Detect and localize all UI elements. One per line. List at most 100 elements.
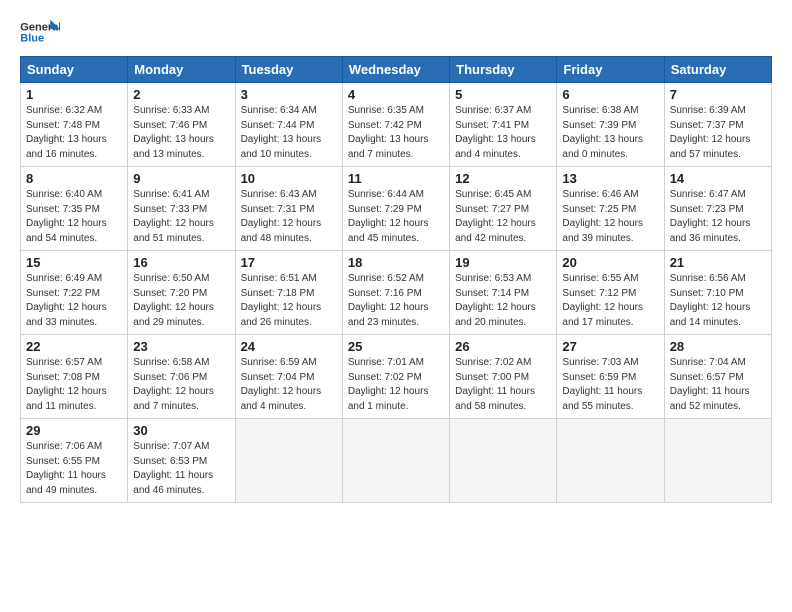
- calendar-cell: 15 Sunrise: 6:49 AM Sunset: 7:22 PM Dayli…: [21, 251, 128, 335]
- calendar-cell: 16 Sunrise: 6:50 AM Sunset: 7:20 PM Dayli…: [128, 251, 235, 335]
- weekday-header-wednesday: Wednesday: [342, 57, 449, 83]
- day-number: 19: [455, 255, 551, 270]
- day-number: 22: [26, 339, 122, 354]
- calendar-cell: 2 Sunrise: 6:33 AM Sunset: 7:46 PM Daylig…: [128, 83, 235, 167]
- weekday-header-thursday: Thursday: [450, 57, 557, 83]
- calendar-cell: 19Sunrise: 6:53 AM Sunset: 7:14 PM Dayli…: [450, 251, 557, 335]
- day-info: Sunrise: 6:33 AM Sunset: 7:46 PM Dayligh…: [133, 104, 229, 162]
- day-info: Sunrise: 6:39 AM Sunset: 7:37 PM Dayligh…: [670, 104, 766, 162]
- day-info: Sunrise: 6:59 AM Sunset: 7:04 PM Dayligh…: [241, 356, 337, 414]
- calendar-cell: 21Sunrise: 6:56 AM Sunset: 7:10 PM Dayli…: [664, 251, 771, 335]
- day-info: Sunrise: 6:40 AM Sunset: 7:35 PM Dayligh…: [26, 188, 122, 246]
- calendar-week-row: 8Sunrise: 6:40 AM Sunset: 7:35 PM Daylig…: [21, 167, 772, 251]
- calendar-week-row: 22 Sunrise: 6:57 AM Sunset: 7:08 PM Dayli…: [21, 335, 772, 419]
- day-number: 9: [133, 171, 229, 186]
- calendar-cell: 1 Sunrise: 6:32 AM Sunset: 7:48 PM Daylig…: [21, 83, 128, 167]
- calendar-week-row: 1 Sunrise: 6:32 AM Sunset: 7:48 PM Daylig…: [21, 83, 772, 167]
- weekday-header-tuesday: Tuesday: [235, 57, 342, 83]
- calendar-cell: 11 Sunrise: 6:44 AM Sunset: 7:29 PM Dayli…: [342, 167, 449, 251]
- day-number: 18: [348, 255, 444, 270]
- calendar-cell: 17 Sunrise: 6:51 AM Sunset: 7:18 PM Dayli…: [235, 251, 342, 335]
- day-info: Sunrise: 6:58 AM Sunset: 7:06 PM Dayligh…: [133, 356, 229, 414]
- calendar-cell: 12 Sunrise: 6:45 AM Sunset: 7:27 PM Dayli…: [450, 167, 557, 251]
- calendar-cell: 24 Sunrise: 6:59 AM Sunset: 7:04 PM Dayli…: [235, 335, 342, 419]
- day-info: Sunrise: 7:02 AM Sunset: 7:00 PM Dayligh…: [455, 356, 551, 414]
- day-info: Sunrise: 7:06 AM Sunset: 6:55 PM Dayligh…: [26, 440, 122, 498]
- day-number: 3: [241, 87, 337, 102]
- day-info: Sunrise: 6:51 AM Sunset: 7:18 PM Dayligh…: [241, 272, 337, 330]
- calendar-cell: 23 Sunrise: 6:58 AM Sunset: 7:06 PM Dayli…: [128, 335, 235, 419]
- day-info: Sunrise: 6:37 AM Sunset: 7:41 PM Dayligh…: [455, 104, 551, 162]
- calendar-cell: 13 Sunrise: 6:46 AM Sunset: 7:25 PM Dayli…: [557, 167, 664, 251]
- calendar-cell: 20 Sunrise: 6:55 AM Sunset: 7:12 PM Dayli…: [557, 251, 664, 335]
- calendar-week-row: 29 Sunrise: 7:06 AM Sunset: 6:55 PM Dayli…: [21, 419, 772, 503]
- calendar-cell: 18 Sunrise: 6:52 AM Sunset: 7:16 PM Dayli…: [342, 251, 449, 335]
- calendar-cell: 27 Sunrise: 7:03 AM Sunset: 6:59 PM Dayli…: [557, 335, 664, 419]
- calendar-cell: 22 Sunrise: 6:57 AM Sunset: 7:08 PM Dayli…: [21, 335, 128, 419]
- calendar-cell: [450, 419, 557, 503]
- day-info: Sunrise: 6:44 AM Sunset: 7:29 PM Dayligh…: [348, 188, 444, 246]
- day-info: Sunrise: 6:52 AM Sunset: 7:16 PM Dayligh…: [348, 272, 444, 330]
- weekday-header-sunday: Sunday: [21, 57, 128, 83]
- day-info: Sunrise: 6:57 AM Sunset: 7:08 PM Dayligh…: [26, 356, 122, 414]
- day-info: Sunrise: 6:41 AM Sunset: 7:33 PM Dayligh…: [133, 188, 229, 246]
- calendar-cell: 8Sunrise: 6:40 AM Sunset: 7:35 PM Daylig…: [21, 167, 128, 251]
- day-number: 15: [26, 255, 122, 270]
- day-number: 23: [133, 339, 229, 354]
- calendar-week-row: 15 Sunrise: 6:49 AM Sunset: 7:22 PM Dayli…: [21, 251, 772, 335]
- day-info: Sunrise: 6:45 AM Sunset: 7:27 PM Dayligh…: [455, 188, 551, 246]
- calendar-cell: 29 Sunrise: 7:06 AM Sunset: 6:55 PM Dayli…: [21, 419, 128, 503]
- day-number: 24: [241, 339, 337, 354]
- calendar-cell: 14 Sunrise: 6:47 AM Sunset: 7:23 PM Dayli…: [664, 167, 771, 251]
- day-info: Sunrise: 7:03 AM Sunset: 6:59 PM Dayligh…: [562, 356, 658, 414]
- day-info: Sunrise: 6:50 AM Sunset: 7:20 PM Dayligh…: [133, 272, 229, 330]
- day-info: Sunrise: 6:46 AM Sunset: 7:25 PM Dayligh…: [562, 188, 658, 246]
- svg-text:Blue: Blue: [20, 33, 44, 45]
- weekday-header-saturday: Saturday: [664, 57, 771, 83]
- calendar-cell: 26 Sunrise: 7:02 AM Sunset: 7:00 PM Dayli…: [450, 335, 557, 419]
- day-number: 29: [26, 423, 122, 438]
- header: General Blue: [20, 18, 772, 48]
- day-number: 17: [241, 255, 337, 270]
- day-info: Sunrise: 6:35 AM Sunset: 7:42 PM Dayligh…: [348, 104, 444, 162]
- day-info: Sunrise: 6:34 AM Sunset: 7:44 PM Dayligh…: [241, 104, 337, 162]
- day-info: Sunrise: 6:49 AM Sunset: 7:22 PM Dayligh…: [26, 272, 122, 330]
- calendar-cell: 9 Sunrise: 6:41 AM Sunset: 7:33 PM Daylig…: [128, 167, 235, 251]
- weekday-header-monday: Monday: [128, 57, 235, 83]
- day-number: 12: [455, 171, 551, 186]
- calendar-cell: [235, 419, 342, 503]
- day-number: 20: [562, 255, 658, 270]
- calendar-cell: [664, 419, 771, 503]
- weekday-header-friday: Friday: [557, 57, 664, 83]
- calendar-cell: 4 Sunrise: 6:35 AM Sunset: 7:42 PM Daylig…: [342, 83, 449, 167]
- day-info: Sunrise: 7:01 AM Sunset: 7:02 PM Dayligh…: [348, 356, 444, 414]
- day-info: Sunrise: 6:55 AM Sunset: 7:12 PM Dayligh…: [562, 272, 658, 330]
- day-info: Sunrise: 6:47 AM Sunset: 7:23 PM Dayligh…: [670, 188, 766, 246]
- day-number: 28: [670, 339, 766, 354]
- day-number: 30: [133, 423, 229, 438]
- day-number: 13: [562, 171, 658, 186]
- day-number: 7: [670, 87, 766, 102]
- day-number: 2: [133, 87, 229, 102]
- calendar-cell: 10Sunrise: 6:43 AM Sunset: 7:31 PM Dayli…: [235, 167, 342, 251]
- day-number: 27: [562, 339, 658, 354]
- day-info: Sunrise: 7:07 AM Sunset: 6:53 PM Dayligh…: [133, 440, 229, 498]
- day-number: 11: [348, 171, 444, 186]
- logo: General Blue: [20, 18, 60, 48]
- calendar-cell: 28Sunrise: 7:04 AM Sunset: 6:57 PM Dayli…: [664, 335, 771, 419]
- weekday-header-row: SundayMondayTuesdayWednesdayThursdayFrid…: [21, 57, 772, 83]
- day-number: 4: [348, 87, 444, 102]
- day-number: 26: [455, 339, 551, 354]
- day-info: Sunrise: 6:32 AM Sunset: 7:48 PM Dayligh…: [26, 104, 122, 162]
- day-number: 5: [455, 87, 551, 102]
- day-number: 1: [26, 87, 122, 102]
- day-number: 16: [133, 255, 229, 270]
- day-number: 25: [348, 339, 444, 354]
- day-number: 10: [241, 171, 337, 186]
- calendar-cell: [557, 419, 664, 503]
- logo-icon: General Blue: [20, 18, 60, 48]
- page: General Blue SundayMondayTuesdayWednesda…: [0, 0, 792, 612]
- day-number: 14: [670, 171, 766, 186]
- day-number: 6: [562, 87, 658, 102]
- day-info: Sunrise: 6:38 AM Sunset: 7:39 PM Dayligh…: [562, 104, 658, 162]
